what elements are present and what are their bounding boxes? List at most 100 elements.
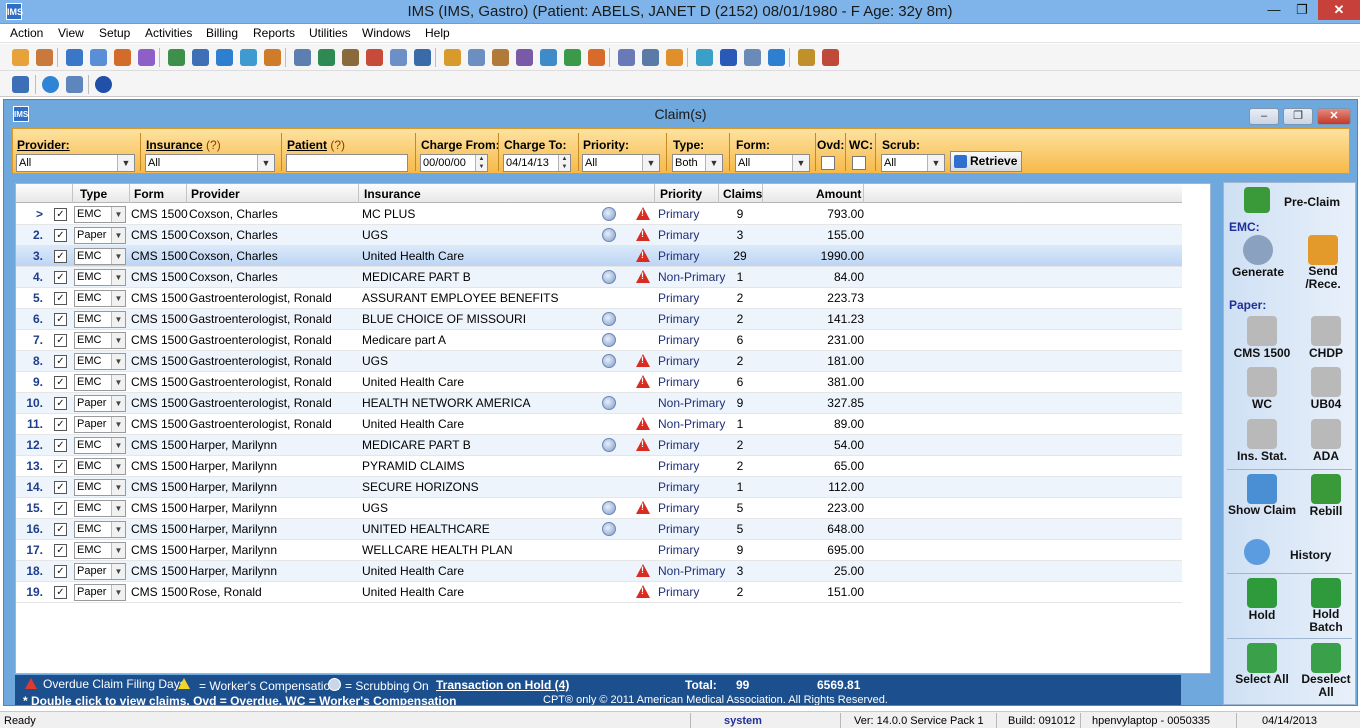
table-row[interactable]: 9. ✓ EMC ▼ CMS 1500 Gastroenterologist, Ronal… bbox=[16, 372, 1182, 393]
window-minimize-button[interactable]: – bbox=[1249, 108, 1279, 125]
header-type[interactable]: Type bbox=[80, 187, 107, 201]
header-amount[interactable]: Amount bbox=[816, 187, 861, 201]
type-select[interactable]: Both ▼ bbox=[672, 154, 723, 172]
calendar-icon[interactable] bbox=[540, 49, 557, 66]
ovd-checkbox[interactable] bbox=[821, 156, 835, 170]
medical-icon[interactable] bbox=[390, 49, 407, 66]
transfer-icon[interactable] bbox=[696, 49, 713, 66]
type-select[interactable]: EMC ▼ bbox=[74, 248, 126, 265]
row-checkbox[interactable]: ✓ bbox=[54, 334, 67, 347]
ada-button[interactable]: ADA bbox=[1300, 419, 1352, 463]
generate-button[interactable]: Generate bbox=[1228, 235, 1288, 279]
patient-input[interactable] bbox=[286, 154, 408, 172]
table-row[interactable]: 3. ✓ EMC ▼ CMS 1500 Coxson, Charles United Hea… bbox=[16, 246, 1182, 267]
edit-icon[interactable] bbox=[90, 49, 107, 66]
group-icon[interactable] bbox=[618, 49, 635, 66]
row-checkbox[interactable]: ✓ bbox=[54, 481, 67, 494]
cash-icon[interactable] bbox=[216, 49, 233, 66]
package-icon[interactable] bbox=[468, 49, 485, 66]
hold-button[interactable]: Hold bbox=[1228, 578, 1296, 622]
header-claims[interactable]: Claims bbox=[723, 187, 762, 201]
type-select[interactable]: EMC ▼ bbox=[74, 206, 126, 223]
lock-icon[interactable] bbox=[798, 49, 815, 66]
row-checkbox[interactable]: ✓ bbox=[54, 418, 67, 431]
table-row[interactable]: 15. ✓ EMC▼ CMS 1500Harper, Marilynn UGS Prima… bbox=[16, 498, 1182, 519]
header-provider[interactable]: Provider bbox=[191, 187, 240, 201]
table-row[interactable]: 16. ✓ EMC ▼ CMS 1500 Harper, Marilynn UNITED H… bbox=[16, 519, 1182, 540]
menu-windows[interactable]: Windows bbox=[362, 26, 411, 40]
chdp-button[interactable]: CHDP bbox=[1300, 316, 1352, 360]
hold-batch-button[interactable]: Hold Batch bbox=[1300, 578, 1352, 634]
type-select[interactable]: EMC ▼ bbox=[74, 521, 126, 538]
type-select[interactable]: EMC ▼ bbox=[74, 542, 126, 559]
window-close-button[interactable]: ✕ bbox=[1317, 108, 1351, 125]
scrub-select[interactable]: All ▼ bbox=[881, 154, 945, 172]
type-select[interactable]: Paper ▼ bbox=[74, 563, 126, 580]
wc-checkbox[interactable] bbox=[852, 156, 866, 170]
close-button[interactable]: ✕ bbox=[1318, 0, 1360, 20]
row-checkbox[interactable]: ✓ bbox=[54, 565, 67, 578]
lock-doc-icon[interactable] bbox=[414, 49, 431, 66]
history-button[interactable]: History bbox=[1242, 539, 1342, 569]
home-icon[interactable] bbox=[588, 49, 605, 66]
row-checkbox[interactable]: ✓ bbox=[54, 376, 67, 389]
rebill-button[interactable]: Rebill bbox=[1300, 474, 1352, 518]
retrieve-button[interactable]: Retrieve bbox=[950, 151, 1022, 172]
row-checkbox[interactable]: ✓ bbox=[54, 208, 67, 221]
copy-icon[interactable] bbox=[444, 49, 461, 66]
show-claim-button[interactable]: Show Claim bbox=[1228, 474, 1296, 517]
row-checkbox[interactable]: ✓ bbox=[54, 271, 67, 284]
row-checkbox[interactable]: ✓ bbox=[54, 523, 67, 536]
table-row[interactable]: 10. ✓ Paper ▼ CMS 1500 Gastroenterologist, Ro… bbox=[16, 393, 1182, 414]
table-row[interactable]: 13. ✓ EMC ▼ CMS 1500 Harper, Marilynn PYRAMID … bbox=[16, 456, 1182, 477]
type-select[interactable]: EMC ▼ bbox=[74, 290, 126, 307]
table-row[interactable]: 8. ✓ EMC ▼ CMS 1500 Gastroenterologist, Ronal… bbox=[16, 351, 1182, 372]
type-select[interactable]: EMC ▼ bbox=[74, 458, 126, 475]
charge-from-input[interactable]: 00/00/00 ▲ ▼ bbox=[420, 154, 488, 172]
table-row[interactable]: 18. ✓ Paper ▼ CMS 1500 Harper, Marilynn United… bbox=[16, 561, 1182, 582]
bar-chart-icon[interactable] bbox=[564, 49, 581, 66]
payment-icon[interactable] bbox=[240, 49, 257, 66]
building-icon[interactable] bbox=[642, 49, 659, 66]
exit-icon[interactable] bbox=[822, 49, 839, 66]
header-priority[interactable]: Priority bbox=[660, 187, 702, 201]
type-select[interactable]: EMC ▼ bbox=[74, 332, 126, 349]
table-row[interactable]: 19. ✓ Paper ▼ CMS 1500 Rose, Ronald United Hea… bbox=[16, 582, 1182, 603]
row-checkbox[interactable]: ✓ bbox=[54, 502, 67, 515]
grid-icon[interactable] bbox=[342, 49, 359, 66]
fax-icon[interactable] bbox=[366, 49, 383, 66]
form-select[interactable]: All ▼ bbox=[735, 154, 810, 172]
pre-claim-button[interactable]: Pre-Claim bbox=[1242, 187, 1342, 217]
menu-utilities[interactable]: Utilities bbox=[309, 26, 348, 40]
spinner-icon[interactable]: ▲ ▼ bbox=[475, 155, 487, 171]
type-select[interactable]: EMC ▼ bbox=[74, 311, 126, 328]
type-select[interactable]: Paper ▼ bbox=[74, 227, 126, 244]
batch-icon[interactable] bbox=[294, 49, 311, 66]
type-select[interactable]: EMC ▼ bbox=[74, 269, 126, 286]
header-form[interactable]: Form bbox=[134, 187, 164, 201]
type-select[interactable]: EMC ▼ bbox=[74, 353, 126, 370]
menu-help[interactable]: Help bbox=[425, 26, 450, 40]
wc-button[interactable]: WC bbox=[1228, 367, 1296, 411]
patient-icon[interactable] bbox=[36, 49, 53, 66]
doc-icon[interactable] bbox=[168, 49, 185, 66]
table-row[interactable]: 12. ✓ EMC ▼ CMS 1500 Harper, Marilynn MEDICARE… bbox=[16, 435, 1182, 456]
table-row[interactable]: 14. ✓ EMC ▼ CMS 1500 Harper, Marilynn SECURE H… bbox=[16, 477, 1182, 498]
transaction-hold-link[interactable]: Transaction on Hold (4) bbox=[436, 678, 569, 692]
help-icon[interactable] bbox=[768, 49, 785, 66]
menu-action[interactable]: Action bbox=[10, 26, 43, 40]
insurance-select[interactable]: All ▼ bbox=[145, 154, 275, 172]
menu-setup[interactable]: Setup bbox=[99, 26, 130, 40]
row-checkbox[interactable]: ✓ bbox=[54, 586, 67, 599]
table-row[interactable]: 5. ✓ EMC ▼ CMS 1500 Gastroenterologist, Ronal… bbox=[16, 288, 1182, 309]
row-checkbox[interactable]: ✓ bbox=[54, 544, 67, 557]
header-insurance[interactable]: Insurance bbox=[364, 187, 421, 201]
restore-button[interactable]: ❐ bbox=[1288, 0, 1316, 20]
menu-billing[interactable]: Billing bbox=[206, 26, 238, 40]
type-select[interactable]: Paper ▼ bbox=[74, 395, 126, 412]
task-icon[interactable] bbox=[516, 49, 533, 66]
type-select[interactable]: EMC ▼ bbox=[74, 374, 126, 391]
ins-stat-button[interactable]: Ins. Stat. bbox=[1228, 419, 1296, 463]
note-icon[interactable] bbox=[114, 49, 131, 66]
type-select[interactable]: EMC ▼ bbox=[74, 479, 126, 496]
